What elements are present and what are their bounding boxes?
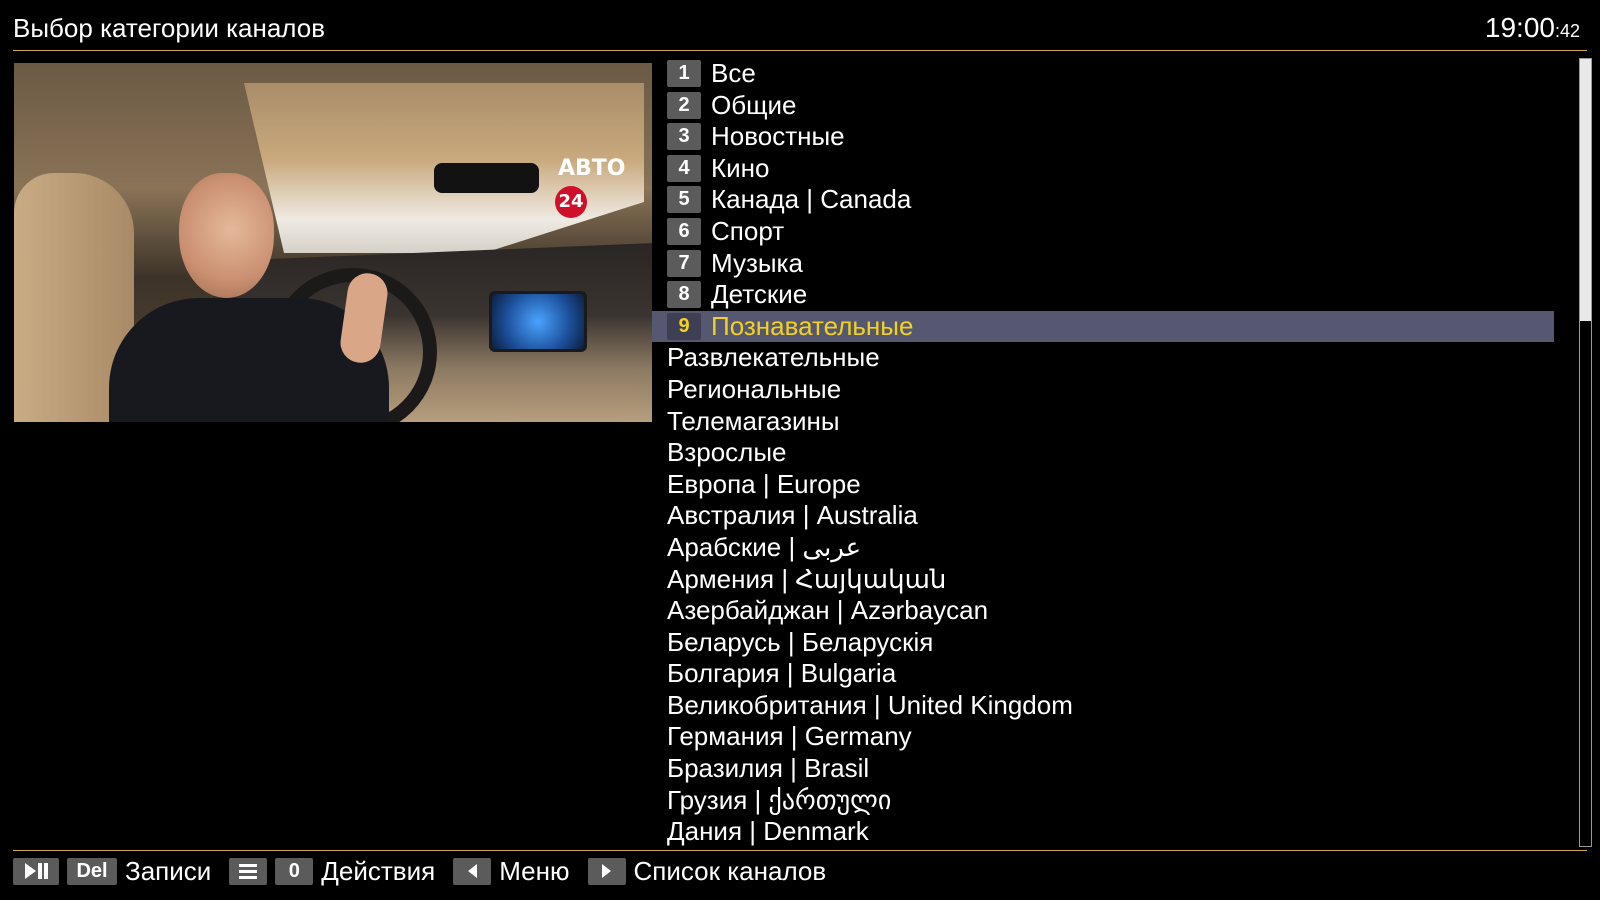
category-label: Взрослые [667, 437, 787, 468]
play-pause-key[interactable] [13, 857, 59, 885]
category-item[interactable]: 3 Новостные [667, 121, 1569, 153]
category-label: Телемагазины [667, 405, 840, 436]
left-key[interactable] [453, 857, 492, 885]
category-item[interactable]: Болгария | Bulgaria [667, 658, 1569, 690]
category-item[interactable]: 2 Общие [667, 90, 1569, 122]
category-number-badge: 1 [667, 60, 701, 87]
footer-hints: Del Записи 0 Действия Меню Список канало… [13, 853, 844, 889]
category-item[interactable]: Германия | Germany [667, 721, 1569, 753]
category-number-badge: 3 [667, 123, 701, 151]
del-key[interactable]: Del [67, 857, 117, 885]
category-list[interactable]: 1 Все 2 Общие 3 Новостные 4 Кино 5 Канада | Canad… [652, 58, 1569, 848]
category-item[interactable]: Дания | Denmark [667, 816, 1569, 848]
actions-label: Действия [321, 855, 436, 886]
category-item[interactable]: 1 Все [667, 58, 1569, 90]
category-label: Общие [711, 89, 797, 120]
category-label: Армения | Հայկական [667, 563, 947, 594]
right-key[interactable] [587, 857, 626, 885]
clock-seconds: :42 [1554, 21, 1580, 41]
recordings-label: Записи [125, 855, 212, 886]
category-number-badge: 9 [667, 312, 701, 340]
arrow-left-icon [467, 864, 477, 878]
category-label: Дания | Denmark [667, 816, 869, 847]
category-label: Азербайджан | Azərbaycan [667, 595, 989, 626]
category-item[interactable]: 4 Кино [667, 153, 1569, 185]
category-item[interactable]: Региональные [667, 374, 1569, 406]
page-title: Выбор категории каналов [13, 13, 326, 43]
category-item[interactable]: 7 Музыка [667, 248, 1569, 280]
category-label: Новостные [711, 121, 845, 152]
category-label: Канада | Canada [711, 184, 912, 215]
category-label: Познавательные [711, 310, 914, 341]
category-number-badge: 5 [667, 186, 701, 214]
channel-logo-number: 24 [555, 186, 587, 218]
category-label: Детские [711, 279, 808, 310]
header-divider [13, 50, 1587, 51]
play-pause-icon [24, 863, 48, 879]
category-label: Спорт [711, 215, 785, 246]
category-label: Все [711, 58, 756, 88]
preview-presenter-head [179, 173, 274, 298]
clock: 19:00:42 [1485, 12, 1580, 47]
clock-time: 19:00 [1484, 12, 1555, 43]
category-item[interactable]: Беларусь | Беларускія [667, 627, 1569, 659]
category-item[interactable]: Развлекательные [667, 342, 1569, 374]
category-label: Арабские | عربى [667, 531, 862, 562]
channel-logo-text: АВТО [558, 156, 626, 181]
category-item[interactable]: Азербайджан | Azərbaycan [667, 595, 1569, 627]
category-item[interactable]: Армения | Հայկական [667, 564, 1569, 596]
category-label: Германия | Germany [667, 721, 912, 752]
category-item[interactable]: Бразилия | Brasil [667, 753, 1569, 785]
preview-infotainment-screen [489, 291, 587, 352]
category-item[interactable]: 6 Спорт [667, 216, 1569, 248]
category-label: Бразилия | Brasil [667, 753, 870, 784]
category-label: Австралия | Australia [667, 500, 918, 531]
category-item[interactable]: 5 Канада | Canada [667, 184, 1569, 216]
category-number-badge: 6 [667, 217, 701, 245]
category-label: Беларусь | Беларускія [667, 626, 934, 657]
video-preview: АВТО 24 [14, 63, 652, 422]
category-item[interactable]: Австралия | Australia [667, 500, 1569, 532]
channel-logo: АВТО 24 [554, 153, 652, 218]
category-label: Развлекательные [667, 342, 880, 373]
channel-list-label: Список каналов [633, 855, 827, 886]
menu-key[interactable] [229, 857, 268, 885]
category-label: Грузия | ქართული [667, 784, 892, 815]
category-label: Болгария | Bulgaria [667, 658, 897, 689]
category-number-badge: 4 [667, 154, 701, 182]
category-item[interactable]: Телемагазины [667, 406, 1569, 438]
menu-icon [239, 863, 258, 879]
category-label: Региональные [667, 373, 842, 404]
category-label: Музыка [711, 247, 803, 278]
category-item[interactable]: Арабские | عربى [667, 532, 1569, 564]
scrollbar[interactable] [1579, 58, 1592, 847]
category-item[interactable]: Грузия | ქართული [667, 785, 1569, 817]
arrow-right-icon [602, 864, 611, 878]
category-item[interactable]: Европа | Europe [667, 469, 1569, 501]
category-item[interactable]: 8 Детские [667, 279, 1569, 311]
category-item[interactable]: Взрослые [667, 437, 1569, 469]
scrollbar-thumb[interactable] [1580, 59, 1591, 321]
category-number-badge: 2 [667, 91, 701, 119]
category-number-badge: 7 [667, 249, 701, 277]
category-item[interactable]: Великобритания | United Kingdom [667, 690, 1569, 722]
category-label: Кино [711, 152, 770, 183]
category-label: Великобритания | United Kingdom [667, 689, 1073, 720]
category-number-badge: 8 [667, 281, 701, 309]
preview-mirror [434, 163, 539, 193]
footer-divider [13, 850, 1587, 851]
category-item-selected[interactable]: 9 Познавательные [652, 310, 1569, 343]
menu-label: Меню [499, 855, 570, 886]
zero-key[interactable]: 0 [275, 857, 314, 885]
category-label: Европа | Europe [667, 468, 861, 499]
